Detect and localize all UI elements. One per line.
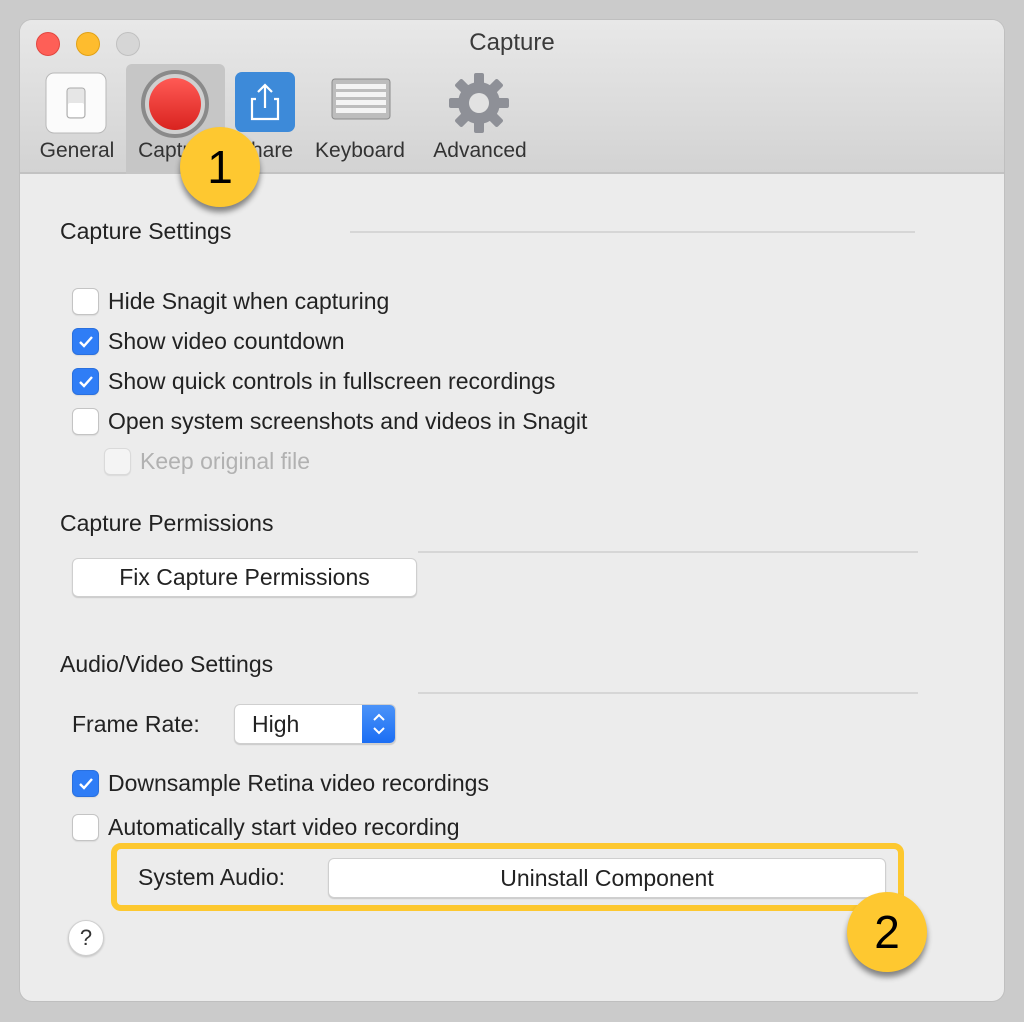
tab-general[interactable]: General (28, 64, 126, 174)
section-divider (418, 551, 918, 553)
checkbox-label: Show quick controls in fullscreen record… (108, 368, 556, 394)
preferences-window: Capture General Capture Share Keyboard A… (20, 20, 1004, 1001)
section-title-capture-settings: Capture Settings (60, 218, 232, 244)
uninstall-component-button[interactable]: Uninstall Component (328, 858, 886, 898)
section-title-capture-permissions: Capture Permissions (60, 510, 274, 536)
checkbox[interactable] (72, 328, 99, 355)
checkbox-label: Automatically start video recording (108, 814, 460, 840)
checkbox-label: Keep original file (140, 448, 311, 474)
keyboard-icon (331, 78, 391, 127)
checkbox-quick-controls[interactable]: Show quick controls in fullscreen record… (72, 368, 555, 395)
tab-label: Advanced (433, 139, 527, 162)
checkbox-hide-snagit[interactable]: Hide Snagit when capturing (72, 288, 389, 315)
checkbox[interactable] (72, 814, 99, 841)
checkbox-open-system-screenshots[interactable]: Open system screenshots and videos in Sn… (72, 408, 587, 435)
tab-keyboard[interactable]: Keyboard (305, 64, 415, 174)
frame-rate-label: Frame Rate: (72, 711, 200, 737)
checkbox-label: Hide Snagit when capturing (108, 288, 390, 314)
checkbox[interactable] (104, 448, 131, 475)
switch-icon (45, 72, 107, 139)
checkbox[interactable] (72, 288, 99, 315)
help-button[interactable]: ? (68, 920, 104, 956)
checkmark-icon (78, 335, 93, 348)
chevron-up-down-icon (362, 705, 395, 743)
frame-rate-select[interactable]: High (234, 704, 396, 744)
section-divider (418, 692, 918, 694)
checkbox-downsample-retina[interactable]: Downsample Retina video recordings (72, 770, 489, 797)
section-divider (350, 231, 915, 233)
tab-advanced[interactable]: Advanced (420, 64, 540, 174)
toolbar: Capture General Capture Share Keyboard A… (20, 20, 1004, 174)
callout-badge-2: 2 (847, 892, 927, 972)
fix-capture-permissions-button[interactable]: Fix Capture Permissions (72, 558, 417, 597)
callout-badge-1: 1 (180, 127, 260, 207)
share-icon (235, 72, 295, 137)
checkbox-label: Show video countdown (108, 328, 345, 354)
tab-label: General (39, 139, 115, 162)
frame-rate-value: High (252, 711, 300, 737)
checkmark-icon (78, 777, 93, 790)
checkbox[interactable] (72, 408, 99, 435)
gear-icon (448, 72, 510, 139)
window-title: Capture (469, 29, 555, 56)
checkbox[interactable] (72, 770, 99, 797)
system-audio-label: System Audio: (138, 864, 286, 890)
checkbox[interactable] (72, 368, 99, 395)
checkbox-label: Downsample Retina video recordings (108, 770, 489, 796)
tab-label: Keyboard (315, 139, 405, 162)
checkbox-auto-start-recording[interactable]: Automatically start video recording (72, 814, 460, 841)
checkmark-icon (78, 375, 93, 388)
checkbox-keep-original[interactable]: Keep original file (104, 448, 310, 475)
checkbox-label: Open system screenshots and videos in Sn… (108, 408, 588, 434)
checkbox-show-countdown[interactable]: Show video countdown (72, 328, 345, 355)
section-title-audio-video: Audio/Video Settings (60, 651, 274, 677)
